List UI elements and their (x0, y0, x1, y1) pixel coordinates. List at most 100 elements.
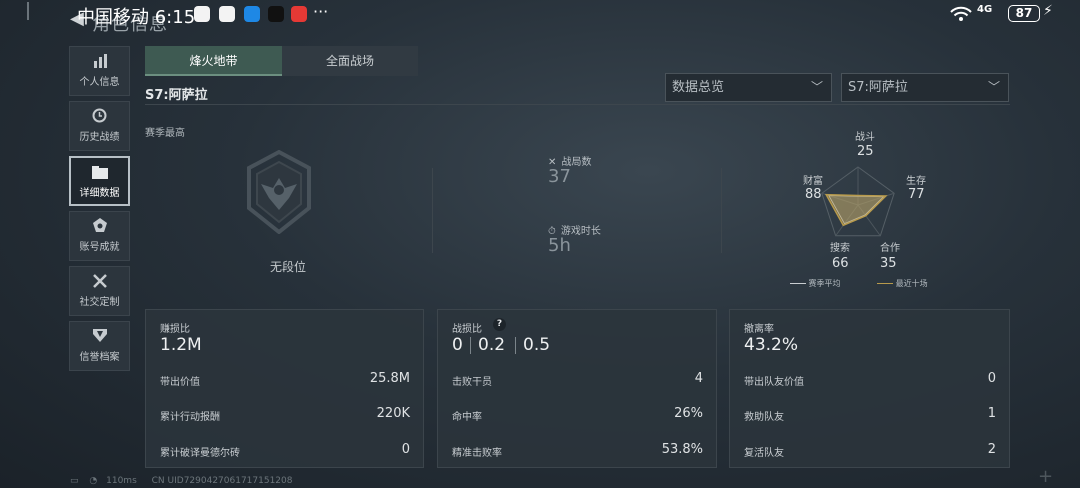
divider (432, 168, 433, 253)
battery-level: 87 (1008, 5, 1040, 22)
charging-icon: ⚡ (1043, 3, 1053, 19)
playtime-value: 5h (548, 235, 571, 256)
radar-value-combat: 25 (857, 144, 874, 159)
sidebar-item-detail[interactable]: 详细数据 (69, 156, 130, 206)
wifi-small-icon: ◔ (89, 476, 98, 486)
medal-icon (70, 212, 129, 236)
sidebar-item-reputation[interactable]: 信誉档案 (69, 321, 130, 371)
uid-text: CN UID7290427061717151208 (151, 476, 293, 486)
radar-recent-series (824, 193, 888, 227)
stat-row-value: 2 (987, 442, 996, 457)
stat-row-label: 带出价值 (160, 377, 200, 388)
matches-value: 37 (548, 166, 571, 187)
mode-tabs: 烽火地带 全面战场 (145, 46, 418, 76)
divider (470, 337, 471, 354)
stat-row-value: 53.8% (661, 442, 703, 457)
folder-icon (71, 158, 128, 182)
qq-icon (268, 6, 284, 22)
sidebar-item-label: 社交定制 (79, 297, 120, 308)
combat-ratio: 0.2 (478, 335, 506, 355)
extract-card: 撤离率 43.2% 带出队友价值 0 救助队友 1 复活队友 2 (729, 309, 1010, 468)
tab-extraction[interactable]: 烽火地带 (145, 46, 282, 76)
radar-value-wealth: 88 (805, 187, 822, 202)
divider (515, 337, 516, 354)
bottom-info: ▭ ◔ 110ms CN UID7290427061717151208 (70, 476, 293, 486)
stat-row: 复活队友 2 (744, 442, 996, 459)
edge-marker (27, 2, 29, 20)
sidebar-item-label: 信誉档案 (79, 352, 120, 363)
extract-title: 撤离率 (744, 324, 774, 335)
stat-row-label: 击败干员 (452, 377, 492, 388)
stat-row-value: 0 (401, 442, 410, 457)
radar-label-coop: 合作 (880, 243, 900, 254)
battery-small-icon: ▭ (70, 476, 79, 486)
app-icon (291, 6, 307, 22)
network-type: 4G (977, 4, 993, 15)
tab-warfare[interactable]: 全面战场 (282, 46, 418, 76)
season-title: S7:阿萨拉 (145, 88, 208, 103)
rank-emblem-icon (247, 150, 311, 234)
sidebar-item-label: 历史战绩 (79, 132, 120, 143)
view-dropdown[interactable]: 数据总览 ﹀ (665, 73, 832, 102)
clock-icon (70, 102, 129, 126)
stat-row-value: 26% (674, 406, 703, 421)
sidebar-item-label: 详细数据 (79, 188, 120, 199)
legend-recent-swatch (877, 283, 894, 284)
stat-row: 带出价值 25.8M (160, 371, 410, 388)
bar-chart-icon (70, 47, 129, 71)
chevron-down-icon: ﹀ (810, 80, 823, 94)
sidebar-item-social[interactable]: 社交定制 (69, 266, 130, 316)
tools-icon (70, 267, 129, 291)
carrier-time: 中国移动 6:15 (77, 7, 196, 28)
season-dropdown-value: S7:阿萨拉 (848, 80, 908, 95)
radar-label-search: 搜索 (830, 243, 850, 254)
stat-row-label: 带出队友价值 (744, 377, 804, 388)
stat-row-label: 精准击败率 (452, 448, 502, 459)
shield-icon (70, 322, 129, 346)
profit-title: 赚损比 (160, 324, 190, 335)
stat-row-value: 25.8M (369, 371, 410, 386)
help-icon[interactable]: ? (493, 318, 506, 331)
radar-value-survival: 77 (908, 187, 925, 202)
stat-row: 累计行动报酬 220K (160, 406, 410, 423)
stat-row: 精准击败率 53.8% (452, 442, 703, 459)
sidebar-item-label: 账号成就 (79, 242, 120, 253)
divider (721, 168, 722, 253)
plus-icon: + (1038, 466, 1054, 487)
wifi-icon (950, 6, 972, 21)
sidebar-item-label: 个人信息 (79, 77, 120, 88)
combat-ratio: 0 (452, 335, 463, 355)
stat-row-label: 累计破译曼德尔砖 (160, 448, 240, 459)
stat-row: 累计破译曼德尔砖 0 (160, 442, 410, 459)
stat-row: 击败干员 4 (452, 371, 703, 388)
sidebar-item-achievements[interactable]: 账号成就 (69, 211, 130, 261)
stat-row-value: 220K (376, 406, 410, 421)
rank-name: 无段位 (270, 260, 307, 274)
status-bar: ◀ 角色信息 中国移动 6:15 ··· 4G 87 ⚡ (0, 0, 1080, 35)
profit-card: 赚损比 1.2M 带出价值 25.8M 累计行动报酬 220K 累计破译曼德尔砖 0 (145, 309, 424, 468)
more-notifications-icon: ··· (313, 2, 329, 21)
legend-season-swatch (790, 283, 806, 284)
stat-row-value: 4 (694, 371, 703, 386)
stat-row-label: 命中率 (452, 412, 482, 423)
stat-row-label: 救助队友 (744, 412, 784, 423)
radar-label-survival: 生存 (906, 176, 926, 187)
app-icon (244, 6, 260, 22)
divider (145, 104, 1010, 105)
profit-value: 1.2M (160, 335, 202, 355)
app-icon (194, 6, 210, 22)
app-icon (219, 6, 235, 22)
stat-row-value: 1 (987, 406, 996, 421)
stat-row-value: 0 (987, 371, 996, 386)
combat-ratio: 0.5 (523, 335, 551, 355)
combat-card: 战损比 ? 0 0.2 0.5 击败干员 4 命中率 26% 精准击败率 53.8% (437, 309, 717, 468)
season-dropdown[interactable]: S7:阿萨拉 ﹀ (841, 73, 1009, 102)
radar-label-wealth: 财富 (803, 176, 823, 187)
sidebar-item-profile[interactable]: 个人信息 (69, 46, 130, 96)
sidebar-item-history[interactable]: 历史战绩 (69, 101, 130, 151)
chevron-down-icon: ﹀ (987, 80, 1000, 94)
combat-title: 战损比 (452, 324, 482, 335)
stat-row: 命中率 26% (452, 406, 703, 423)
radar-legend: 赛季平均 最近十场 (790, 278, 928, 289)
stat-row-label: 累计行动报酬 (160, 412, 220, 423)
